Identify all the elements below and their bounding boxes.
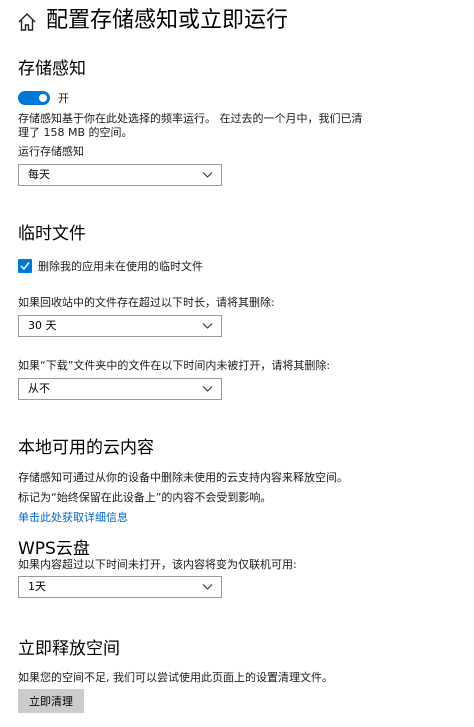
page-title: 配置存储感知或立即运行 (46, 8, 289, 33)
cloud-content-line2: 标记为“始终保留在此设备上”的内容不会受到影响。 (18, 491, 272, 504)
chevron-down-icon (202, 323, 213, 329)
toggle-knob (39, 94, 47, 102)
recycle-bin-label: 如果回收站中的文件存在超过以下时长，请将其删除: (18, 296, 275, 309)
run-frequency-dropdown[interactable]: 每天 (18, 164, 222, 186)
delete-temp-files-checkbox[interactable] (18, 259, 32, 273)
storage-sense-description-line2: 理了 158 MB 的空间。 (18, 126, 133, 139)
wps-value: 1天 (28, 580, 46, 593)
wps-label: 如果内容超过以下时间未打开，该内容将变为仅联机可用: (18, 558, 297, 571)
recycle-bin-dropdown[interactable]: 30 天 (18, 315, 222, 337)
free-space-heading: 立即释放空间 (18, 639, 120, 659)
run-frequency-value: 每天 (28, 168, 50, 181)
delete-temp-files-label: 删除我的应用未在使用的临时文件 (38, 260, 203, 273)
temp-files-heading: 临时文件 (18, 224, 86, 244)
toggle-label: 开 (58, 92, 69, 105)
wps-dropdown[interactable]: 1天 (18, 576, 222, 598)
storage-sense-toggle[interactable] (18, 91, 50, 105)
clean-now-button[interactable]: 立即清理 (18, 689, 84, 713)
downloads-dropdown[interactable]: 从不 (18, 378, 222, 400)
learn-more-link[interactable]: 单击此处获取详细信息 (18, 511, 128, 525)
recycle-bin-value: 30 天 (28, 319, 57, 332)
chevron-down-icon (202, 386, 213, 392)
run-storage-sense-label: 运行存储感知 (18, 145, 84, 158)
free-space-description: 如果您的空间不足, 我们可以尝试使用此页面上的设置清理文件。 (18, 671, 333, 684)
chevron-down-icon (202, 584, 213, 590)
cloud-content-line1: 存储感知可通过从你的设备中删除未使用的云支持内容来释放空间。 (18, 471, 348, 484)
home-icon[interactable] (16, 11, 38, 33)
storage-sense-heading: 存储感知 (18, 59, 86, 79)
downloads-value: 从不 (28, 382, 50, 395)
cloud-content-heading: 本地可用的云内容 (18, 438, 154, 458)
downloads-label: 如果“下载”文件夹中的文件在以下时间内未被打开，请将其删除: (18, 359, 331, 372)
chevron-down-icon (202, 172, 213, 178)
checkmark-icon (20, 262, 30, 271)
